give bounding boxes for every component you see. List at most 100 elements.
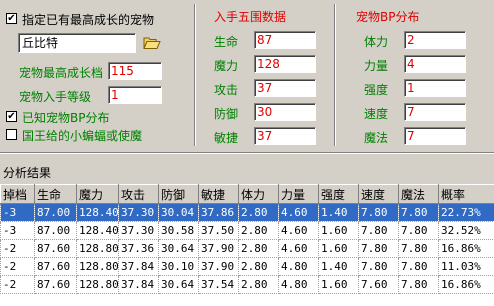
table-cell: 7.80 xyxy=(358,203,399,222)
bp-label-speed: 速度 xyxy=(364,107,389,121)
section-divider xyxy=(0,152,494,154)
col-header[interactable]: 攻击 xyxy=(118,184,159,204)
col-header[interactable]: 生命 xyxy=(34,184,77,204)
table-cell: 37.36 xyxy=(118,239,159,258)
max-growth-input[interactable]: 115 xyxy=(108,62,162,80)
max-growth-label: 宠物最高成长档 xyxy=(19,66,104,80)
table-cell: 87.00 xyxy=(34,221,77,240)
col-header[interactable]: 敏捷 xyxy=(198,184,239,204)
bp-input-speed[interactable]: 7 xyxy=(404,103,466,121)
bp-input-toughness[interactable]: 1 xyxy=(404,79,466,97)
table-cell: 7.80 xyxy=(358,239,399,258)
checkmark-icon: ✔ xyxy=(7,13,16,24)
table-cell: 2.80 xyxy=(238,203,279,222)
known-bp-label: 已知宠物BP分布 xyxy=(22,111,110,125)
table-cell: 7.80 xyxy=(398,239,439,258)
table-cell: 2.80 xyxy=(238,275,279,294)
results-grid[interactable]: 掉档 生命 魔力 攻击 防御 敏捷 体力 力量 强度 速度 魔法 概率 -3 87… xyxy=(0,184,494,306)
table-cell: 30.04 xyxy=(158,203,199,222)
open-folder-button[interactable] xyxy=(142,33,162,53)
col-header[interactable]: 魔力 xyxy=(76,184,119,204)
table-cell: -2 xyxy=(0,275,35,294)
table-cell: -3 xyxy=(0,203,35,222)
table-cell: 16.86% xyxy=(438,275,494,294)
table-cell: 2.80 xyxy=(238,257,279,276)
table-cell: 128.80 xyxy=(76,275,119,294)
stat-input-defense[interactable]: 30 xyxy=(254,103,316,121)
stat-label-agility: 敏捷 xyxy=(214,131,239,145)
results-header-row: 掉档 生命 魔力 攻击 防御 敏捷 体力 力量 强度 速度 魔法 概率 xyxy=(0,184,494,204)
table-cell: 37.84 xyxy=(118,257,159,276)
stat-label-hp: 生命 xyxy=(214,35,239,49)
table-cell: 87.60 xyxy=(34,275,77,294)
table-cell: 37.54 xyxy=(198,275,239,294)
stat-input-attack[interactable]: 37 xyxy=(254,79,316,97)
table-cell: 7.80 xyxy=(398,257,439,276)
col-header[interactable]: 力量 xyxy=(278,184,319,204)
col-header[interactable]: 掉档 xyxy=(0,184,35,204)
stats-title: 入手五围数据 xyxy=(214,10,287,24)
table-cell: 4.60 xyxy=(278,203,319,222)
table-row[interactable]: -2 87.60 128.80 37.36 30.64 37.90 2.80 4.60 1.60… xyxy=(0,239,494,258)
table-cell: 16.86% xyxy=(438,239,494,258)
obtain-level-label: 宠物入手等级 xyxy=(19,90,92,104)
table-cell: 11.03% xyxy=(438,257,494,276)
table-cell: -2 xyxy=(0,257,35,276)
bp-label-toughness: 强度 xyxy=(364,83,389,97)
table-cell: 1.60 xyxy=(318,221,359,240)
bp-input-magic[interactable]: 7 xyxy=(404,127,466,145)
table-cell: 7.80 xyxy=(358,221,399,240)
middle-divider xyxy=(334,4,336,146)
bp-label-strength: 力量 xyxy=(364,59,389,73)
table-cell: 32.52% xyxy=(438,221,494,240)
col-header[interactable]: 魔法 xyxy=(398,184,439,204)
stat-input-hp[interactable]: 87 xyxy=(254,31,316,49)
table-cell: 7.80 xyxy=(398,203,439,222)
bp-input-strength[interactable]: 4 xyxy=(404,55,466,73)
specify-max-checkbox[interactable]: ✔ xyxy=(6,13,17,24)
stat-input-mp[interactable]: 128 xyxy=(254,55,316,73)
king-pet-checkbox[interactable] xyxy=(6,129,17,140)
table-cell: 128.80 xyxy=(76,257,119,276)
king-pet-label: 国王给的小蝙蝠或使魔 xyxy=(22,129,143,143)
col-header[interactable]: 强度 xyxy=(318,184,359,204)
table-cell: 37.90 xyxy=(198,257,239,276)
table-cell: 4.80 xyxy=(278,257,319,276)
bp-input-vitality[interactable]: 2 xyxy=(404,31,466,49)
table-cell: 37.30 xyxy=(118,221,159,240)
col-header[interactable]: 速度 xyxy=(358,184,399,204)
known-bp-checkbox[interactable]: ✔ xyxy=(6,111,17,122)
left-divider xyxy=(194,4,196,146)
pet-name-field[interactable]: 丘比特 xyxy=(18,33,136,53)
table-cell: 37.90 xyxy=(198,239,239,258)
table-cell: 1.40 xyxy=(318,257,359,276)
table-cell: 128.80 xyxy=(76,239,119,258)
table-cell: 37.50 xyxy=(198,221,239,240)
table-cell: 2.80 xyxy=(238,221,279,240)
table-cell: 37.84 xyxy=(118,275,159,294)
col-header[interactable]: 概率 xyxy=(438,184,494,204)
table-row[interactable]: -2 87.60 128.80 37.84 30.64 37.54 2.80 4.80 1.60… xyxy=(0,275,494,294)
table-cell: 37.30 xyxy=(118,203,159,222)
obtain-level-input[interactable]: 1 xyxy=(108,86,162,104)
table-cell: 87.60 xyxy=(34,257,77,276)
table-cell: 87.60 xyxy=(34,239,77,258)
table-cell: 2.80 xyxy=(238,239,279,258)
table-cell: 22.73% xyxy=(438,203,494,222)
table-row[interactable]: -3 87.00 128.40 37.30 30.58 37.50 2.80 4.60 1.60… xyxy=(0,221,494,240)
table-cell: 1.40 xyxy=(318,203,359,222)
bp-label-vitality: 体力 xyxy=(364,35,389,49)
table-cell: 30.10 xyxy=(158,257,199,276)
table-cell: 30.64 xyxy=(158,239,199,258)
col-header[interactable]: 体力 xyxy=(238,184,279,204)
col-header[interactable]: 防御 xyxy=(158,184,199,204)
table-cell: -2 xyxy=(0,239,35,258)
stat-label-defense: 防御 xyxy=(214,107,239,121)
results-title: 分析结果 xyxy=(3,166,52,180)
table-row[interactable]: -3 87.00 128.40 37.30 30.04 37.86 2.80 4.60 1.40… xyxy=(0,203,494,222)
stat-input-agility[interactable]: 37 xyxy=(254,127,316,145)
stat-label-attack: 攻击 xyxy=(214,83,239,97)
specify-max-label: 指定已有最高成长的宠物 xyxy=(22,13,155,27)
table-row[interactable]: -2 87.60 128.80 37.84 30.10 37.90 2.80 4.80 1.40… xyxy=(0,257,494,276)
table-cell: 87.00 xyxy=(34,203,77,222)
